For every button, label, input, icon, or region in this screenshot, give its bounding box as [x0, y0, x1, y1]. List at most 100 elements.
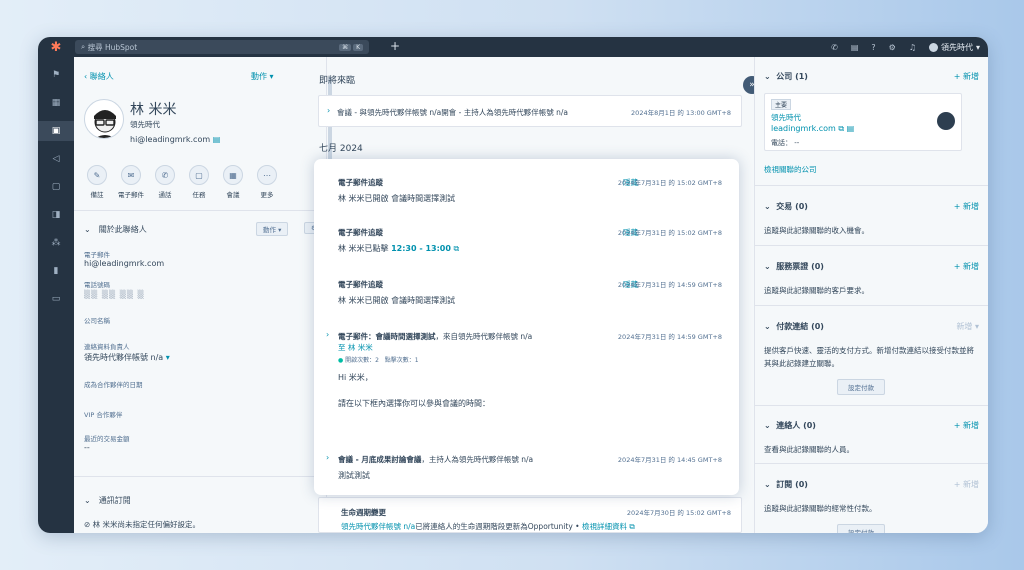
meeting-card[interactable]: › 會議 - 月底成果討論會議，主持人為領先時代夥伴帳號 n/a 測試測試 20…	[316, 441, 734, 489]
setup-payments-button[interactable]: 設定付款	[837, 379, 885, 395]
files-icon[interactable]: ▭	[38, 289, 74, 309]
add-deal-button[interactable]: + 新增	[954, 201, 979, 212]
call-action[interactable]: ✆ 通話	[150, 165, 180, 199]
phone-icon[interactable]: ✆	[831, 43, 838, 52]
top-navigation-bar: ✱ ⌕ 搜尋 HubSpot ⌘ K + ✆ ▤ ? ⚙ ♫ 領先時代 ▾	[38, 37, 988, 57]
lifecycle-title: 生命週期變更	[341, 508, 386, 517]
search-bar[interactable]: ⌕ 搜尋 HubSpot ⌘ K	[75, 40, 369, 54]
actions-dropdown[interactable]: 動作 ▾	[251, 71, 274, 82]
payment-links-section: ⌄ 付款連結 (0) 新增 ▾ 提供客戶快速、靈活的支付方式。新增付款連結以接受付…	[764, 321, 979, 368]
help-icon[interactable]: ?	[871, 43, 875, 52]
clicked-link[interactable]: 12:30 - 13:00	[391, 244, 451, 253]
subscriptions-section-toggle[interactable]: ⌄ 通訊訂閱	[84, 495, 131, 506]
owner-select[interactable]: 領先時代夥伴帳號 n/a ▾	[84, 352, 170, 363]
copy-icon[interactable]: ▤	[213, 135, 221, 144]
company-card[interactable]: 主要 領先時代 leadingmrk.com ⧉ ▤ 電話： --	[764, 93, 962, 151]
upcoming-meeting-text: 會議 - 與領先時代夥伴帳號 n/a開會 - 主持人為領先時代夥伴帳號 n/a	[337, 108, 568, 117]
add-payment-link-button[interactable]: 新增 ▾	[956, 321, 979, 332]
companies-section: ⌄ 公司 (1) + 新增	[764, 71, 979, 82]
recent-deal-label: 最近的交易金額	[84, 435, 130, 443]
company-name-link[interactable]: 領先時代	[771, 112, 801, 123]
content-icon[interactable]: ▢	[38, 177, 74, 197]
marketplace-icon[interactable]: ▤	[851, 43, 859, 52]
contacts-nav-icon[interactable]: ▣	[38, 121, 74, 141]
note-action[interactable]: ✎ 備註	[82, 165, 112, 199]
back-to-contacts-link[interactable]: ‹ 聯絡人	[84, 71, 114, 82]
expand-chevron-icon[interactable]: ›	[327, 106, 330, 115]
hubspot-window: ✱ ⌕ 搜尋 HubSpot ⌘ K + ✆ ▤ ? ⚙ ♫ 領先時代 ▾ ⚑ ▦ …	[38, 37, 988, 533]
about-actions-button[interactable]: 動作 ▾	[256, 222, 289, 236]
hubspot-logo-icon[interactable]: ✱	[38, 37, 74, 57]
about-section-toggle[interactable]: ⌄ 關於此聯絡人	[84, 224, 147, 235]
email-greeting: Hi 米米，	[338, 373, 373, 382]
meeting-action[interactable]: ▦ 會議	[218, 165, 248, 199]
email-value[interactable]: hi@leadingmrk.com	[84, 259, 164, 268]
lifecycle-card[interactable]: 生命週期變更 2024年7月30日 的 15:02 GMT+8 領先時代夥伴帳號…	[318, 497, 742, 533]
sales-icon[interactable]: ◨	[38, 205, 74, 225]
left-sidebar-nav: ⚑ ▦ ▣ ◁ ▢ ◨ ⁂ ▮ ▭	[38, 57, 74, 533]
more-action[interactable]: ⋯ 更多	[252, 165, 282, 199]
chevron-down-icon: ▾	[975, 42, 980, 52]
subscriptions-text: ⊘ 林 米米尚未指定任何偏好設定。	[84, 520, 201, 529]
lifecycle-time: 2024年7月30日 的 15:02 GMT+8	[626, 509, 731, 517]
company-logo	[937, 112, 955, 130]
chevron-down-icon: ⌄	[84, 225, 91, 234]
task-action[interactable]: ▢ 任務	[184, 165, 214, 199]
company-domain-link[interactable]: leadingmrk.com ⧉ ▤	[771, 124, 854, 134]
add-ticket-button[interactable]: + 新增	[954, 261, 979, 272]
shortcut-hint: ⌘ K	[339, 43, 363, 51]
marketing-icon[interactable]: ◁	[38, 149, 74, 169]
owner-label: 連絡資料負責人	[84, 343, 130, 351]
chevron-down-icon: ⌄	[764, 72, 777, 81]
contact-company: 領先時代	[130, 120, 160, 129]
view-associated-companies-link[interactable]: 檢視關聯的公司	[764, 164, 817, 175]
add-company-button[interactable]: + 新增	[954, 71, 979, 82]
automation-icon[interactable]: ⁂	[38, 233, 74, 253]
email-recipient[interactable]: 至 林 米米	[338, 342, 373, 353]
email-label: 電子郵件	[84, 251, 110, 259]
recent-deal-value: --	[84, 443, 90, 452]
subscriptions-association-section: ⌄ 訂閱 (0) + 新增 追蹤與此記錄關聯的經常性付款。	[764, 479, 979, 513]
add-contact-button[interactable]: + 新增	[954, 420, 979, 431]
email-tracking-card-1[interactable]: 電子郵件追蹤 林 米米已開啟 會議時間選擇測試 隱藏 2024年7月31日 的 …	[316, 164, 734, 210]
workspaces-icon[interactable]: ▦	[38, 93, 74, 113]
external-link-icon[interactable]: ⧉	[453, 244, 459, 253]
expand-chevron-icon[interactable]: ›	[326, 330, 329, 339]
divider	[74, 476, 327, 477]
add-subscription-button[interactable]: + 新增	[954, 479, 979, 490]
contacts-section: ⌄ 連絡人 (0) + 新增 查看與此記錄關聯的人員。	[764, 420, 979, 454]
search-placeholder: 搜尋 HubSpot	[87, 42, 138, 52]
email-tracking-card-3[interactable]: 電子郵件追蹤 林 米米已開啟 會議時間選擇測試 隱藏 2024年7月31日 的 …	[316, 266, 734, 314]
associations-sidebar: ⌄ 公司 (1) + 新增 主要 領先時代 leadingmrk.com ⧉ ▤ …	[754, 57, 988, 533]
phone-value-redacted[interactable]: ▒▒ ▒▒ ▒▒ ▒	[84, 290, 145, 299]
setup-subscription-button[interactable]: 設定付款	[837, 524, 885, 533]
deals-section: ⌄ 交易 (0) + 新增 追蹤與此記錄關聯的收入機會。	[764, 201, 979, 235]
email-stats: ● 開啟次數：2 點擊次數：1	[338, 357, 419, 364]
reports-icon[interactable]: ▮	[38, 261, 74, 281]
notifications-bell-icon[interactable]: ♫	[909, 43, 916, 52]
vip-label: VIP 合作夥伴	[84, 411, 123, 419]
calendar-icon: ▦	[223, 165, 243, 185]
external-link-icon: ⧉	[629, 522, 635, 531]
company-name-label: 公司名稱	[84, 317, 110, 325]
settings-gear-icon[interactable]: ⚙	[889, 43, 896, 52]
lifecycle-text: 領先時代夥伴帳號 n/a已將連絡人的生命週期階段更新為Opportunity •…	[341, 522, 635, 531]
email-card[interactable]: › 電子郵件：會議時間選擇測試，來自領先時代夥伴帳號 n/a 至 林 米米 ● …	[316, 318, 734, 436]
tickets-section: ⌄ 服務票證 (0) + 新增 追蹤與此記錄關聯的客戶要求。	[764, 261, 979, 295]
contact-avatar	[84, 99, 124, 139]
account-avatar	[928, 42, 938, 52]
upcoming-meeting-card[interactable]: › 會議 - 與領先時代夥伴帳號 n/a開會 - 主持人為領先時代夥伴帳號 n/…	[318, 95, 742, 127]
email-tracking-card-2[interactable]: 電子郵件追蹤 林 米米已點擊 12:30 - 13:00 ⧉ 隱藏 2024年7…	[316, 214, 734, 262]
partner-date-label: 成為合作夥伴的日期	[84, 381, 143, 389]
upcoming-heading: 即將來臨	[319, 76, 356, 86]
create-plus-icon[interactable]: +	[390, 39, 400, 53]
email-action[interactable]: ✉ 電子郵件	[116, 165, 146, 199]
note-icon: ✎	[87, 165, 107, 185]
bookmark-icon[interactable]: ⚑	[38, 65, 74, 85]
expand-chevron-icon[interactable]: ›	[326, 453, 329, 462]
task-icon: ▢	[189, 165, 209, 185]
email-body: 請在以下框內選擇你可以參與會議的時間：	[338, 399, 490, 408]
search-icon: ⌕	[81, 42, 88, 51]
account-menu[interactable]: 領先時代 ▾	[928, 42, 980, 53]
phone-label: 電話號碼	[84, 281, 110, 289]
